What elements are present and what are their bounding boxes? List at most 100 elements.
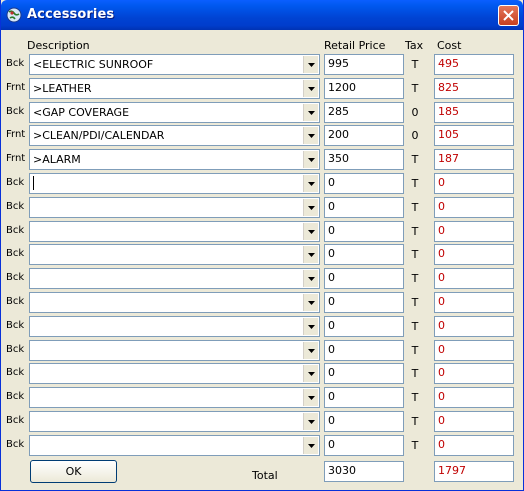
description-combo[interactable] xyxy=(29,411,320,432)
description-combo[interactable] xyxy=(29,197,320,218)
tax-flag[interactable]: T xyxy=(408,82,422,95)
description-combo[interactable]: <GAP COVERAGE xyxy=(29,102,320,123)
cost-field[interactable]: 0 xyxy=(434,316,514,337)
description-dropdown-button[interactable] xyxy=(303,413,318,430)
cost-field[interactable]: 0 xyxy=(434,244,514,265)
cost-value: 0 xyxy=(438,414,445,427)
description-dropdown-button[interactable] xyxy=(303,199,318,216)
retail-price-field[interactable]: 285 xyxy=(324,102,404,123)
tax-flag[interactable]: T xyxy=(408,320,422,333)
cost-field[interactable]: 0 xyxy=(434,435,514,456)
description-combo[interactable] xyxy=(29,363,320,384)
description-combo[interactable] xyxy=(29,244,320,265)
description-dropdown-button[interactable] xyxy=(303,80,318,97)
description-dropdown-button[interactable] xyxy=(303,294,318,311)
cost-field[interactable]: 0 xyxy=(434,221,514,242)
retail-price-value: 1200 xyxy=(328,81,356,94)
retail-price-field[interactable]: 0 xyxy=(324,221,404,242)
tax-flag[interactable]: T xyxy=(408,153,422,166)
tax-flag[interactable]: T xyxy=(408,344,422,357)
tax-flag[interactable]: T xyxy=(408,201,422,214)
cost-value: 0 xyxy=(438,438,445,451)
tax-flag[interactable]: 0 xyxy=(408,106,422,119)
tax-flag[interactable]: T xyxy=(408,272,422,285)
retail-price-field[interactable]: 1200 xyxy=(324,78,404,99)
side-label: Bck xyxy=(6,391,25,402)
cost-field[interactable]: 187 xyxy=(434,149,514,170)
description-dropdown-button[interactable] xyxy=(303,318,318,335)
tax-flag[interactable]: T xyxy=(408,177,422,190)
description-dropdown-button[interactable] xyxy=(303,270,318,287)
tax-flag[interactable]: T xyxy=(408,296,422,309)
tax-flag[interactable]: T xyxy=(408,391,422,404)
close-button[interactable] xyxy=(498,5,519,26)
description-dropdown-button[interactable] xyxy=(303,389,318,406)
retail-price-field[interactable]: 350 xyxy=(324,149,404,170)
retail-price-field[interactable]: 0 xyxy=(324,292,404,313)
description-dropdown-button[interactable] xyxy=(303,104,318,121)
retail-price-field[interactable]: 0 xyxy=(324,197,404,218)
retail-price-field[interactable]: 995 xyxy=(324,54,404,75)
tax-flag[interactable]: T xyxy=(408,248,422,261)
cost-field[interactable]: 0 xyxy=(434,292,514,313)
accessories-window: Accessories Description Retail Price Tax… xyxy=(0,0,524,491)
retail-price-field[interactable]: 200 xyxy=(324,125,404,146)
cost-value: 185 xyxy=(438,105,459,118)
description-combo[interactable] xyxy=(29,435,320,456)
cost-field[interactable]: 825 xyxy=(434,78,514,99)
cost-field[interactable]: 0 xyxy=(434,387,514,408)
accessory-row: Bck 0 T 0 xyxy=(1,387,524,409)
total-price-value: 3030 xyxy=(328,464,356,477)
retail-price-field[interactable]: 0 xyxy=(324,316,404,337)
description-combo[interactable] xyxy=(29,387,320,408)
title-bar[interactable]: Accessories xyxy=(1,0,523,30)
retail-price-field[interactable]: 0 xyxy=(324,244,404,265)
tax-flag[interactable]: T xyxy=(408,367,422,380)
description-dropdown-button[interactable] xyxy=(303,56,318,73)
description-combo[interactable]: >ALARM xyxy=(29,149,320,170)
description-dropdown-button[interactable] xyxy=(303,437,318,454)
tax-flag[interactable]: 0 xyxy=(408,129,422,142)
chevron-down-icon xyxy=(308,277,315,281)
cost-field[interactable]: 0 xyxy=(434,411,514,432)
description-dropdown-button[interactable] xyxy=(303,127,318,144)
description-combo[interactable] xyxy=(29,340,320,361)
description-combo[interactable]: >LEATHER xyxy=(29,78,320,99)
cost-field[interactable]: 105 xyxy=(434,125,514,146)
description-combo[interactable] xyxy=(29,221,320,242)
retail-price-field[interactable]: 0 xyxy=(324,268,404,289)
cost-field[interactable]: 0 xyxy=(434,197,514,218)
description-combo[interactable]: >CLEAN/PDI/CALENDAR xyxy=(29,125,320,146)
cost-field[interactable]: 0 xyxy=(434,268,514,289)
tax-flag[interactable]: T xyxy=(408,225,422,238)
tax-flag[interactable]: T xyxy=(408,58,422,71)
description-combo[interactable] xyxy=(29,316,320,337)
tax-flag[interactable]: T xyxy=(408,439,422,452)
cost-field[interactable]: 185 xyxy=(434,102,514,123)
retail-price-field[interactable]: 0 xyxy=(324,435,404,456)
cost-field[interactable]: 0 xyxy=(434,173,514,194)
retail-price-field[interactable]: 0 xyxy=(324,411,404,432)
ok-button[interactable]: OK xyxy=(30,460,117,483)
retail-price-field[interactable]: 0 xyxy=(324,387,404,408)
description-dropdown-button[interactable] xyxy=(303,223,318,240)
description-dropdown-button[interactable] xyxy=(303,175,318,192)
cost-field[interactable]: 495 xyxy=(434,54,514,75)
description-dropdown-button[interactable] xyxy=(303,342,318,359)
cost-field[interactable]: 0 xyxy=(434,340,514,361)
description-dropdown-button[interactable] xyxy=(303,151,318,168)
retail-price-field[interactable]: 0 xyxy=(324,363,404,384)
description-combo[interactable] xyxy=(29,173,320,194)
description-combo[interactable] xyxy=(29,292,320,313)
description-combo[interactable]: <ELECTRIC SUNROOF xyxy=(29,54,320,75)
description-combo[interactable] xyxy=(29,268,320,289)
tax-flag[interactable]: T xyxy=(408,415,422,428)
retail-price-field[interactable]: 0 xyxy=(324,173,404,194)
cost-field[interactable]: 0 xyxy=(434,363,514,384)
retail-price-field[interactable]: 0 xyxy=(324,340,404,361)
description-dropdown-button[interactable] xyxy=(303,365,318,382)
retail-price-value: 200 xyxy=(328,128,349,141)
accessory-row: Bck 0 T 0 xyxy=(1,363,524,385)
window-title: Accessories xyxy=(27,7,115,22)
description-dropdown-button[interactable] xyxy=(303,246,318,263)
